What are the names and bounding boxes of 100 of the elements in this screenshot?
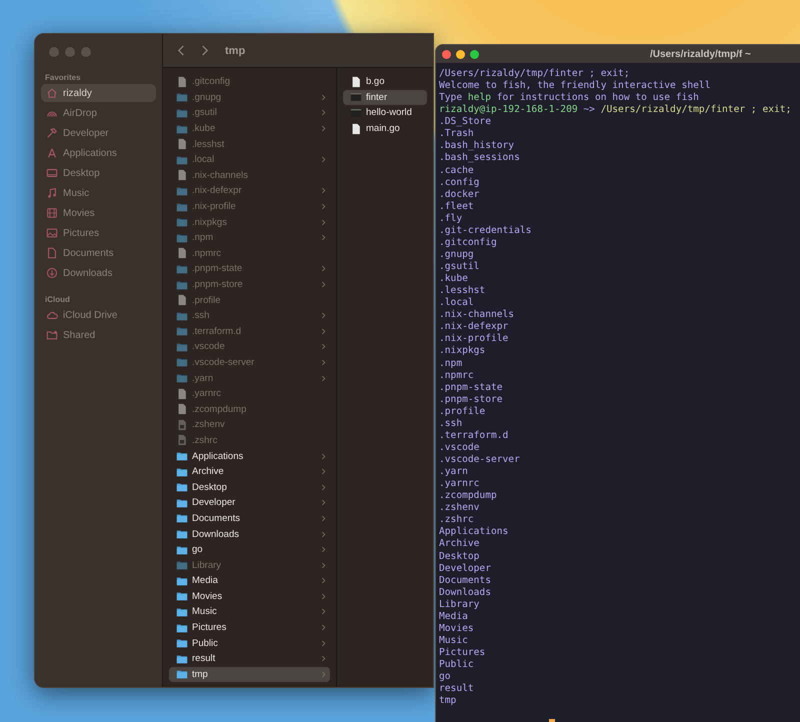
terminal-line: go (439, 671, 452, 684)
terminal-line: .kube (439, 273, 469, 286)
file-row[interactable]: Desktop (169, 479, 330, 496)
file-row[interactable]: Media (169, 573, 330, 589)
file-row[interactable]: hello-world (343, 105, 427, 121)
file-row[interactable]: .ssh (169, 308, 330, 324)
file-row[interactable]: Pictures (169, 620, 330, 636)
terminal-line: .vscode (439, 442, 480, 454)
sidebar-item[interactable]: rizaldy (41, 84, 156, 102)
file-row[interactable]: main.go (343, 120, 427, 136)
terminal-line: /Users/rizaldy/tmp/finter ; exit; (439, 68, 631, 80)
folder-icon (176, 512, 188, 524)
close-button[interactable] (442, 50, 451, 58)
sidebar-item[interactable]: Shared (41, 326, 156, 344)
folder-icon (176, 574, 188, 587)
file-row[interactable]: Public (169, 635, 330, 651)
file-row[interactable]: .vscode-server (169, 354, 330, 370)
file-row[interactable]: .kube (169, 120, 330, 136)
sidebar-item[interactable]: Movies (41, 204, 156, 222)
file-row[interactable]: result (169, 650, 330, 667)
file-row[interactable]: .local (169, 152, 330, 168)
terminal-line: Type help for instructions on how to use fish (439, 92, 700, 104)
file-row[interactable]: .nix-profile (169, 198, 330, 214)
file-row[interactable]: Documents (169, 510, 330, 526)
minimize-button[interactable] (456, 50, 465, 58)
folder-icon (176, 91, 188, 104)
file-row[interactable]: Developer (169, 495, 330, 511)
cloud-icon (46, 309, 58, 321)
document-icon (176, 76, 188, 88)
file-row[interactable]: .yarn (169, 370, 330, 386)
file-row[interactable]: .nix-defexpr (169, 183, 330, 199)
folder-icon (176, 232, 188, 244)
sidebar-item[interactable]: iCloud Drive (41, 306, 156, 324)
pictures-icon (46, 227, 58, 239)
file-row[interactable]: .npm (169, 230, 330, 246)
file-row[interactable]: .nixpkgs (169, 214, 330, 230)
file-row[interactable]: .npmrc (169, 246, 330, 262)
folder-icon (176, 184, 188, 197)
sidebar-item[interactable]: Documents (41, 244, 156, 262)
sidebar-item[interactable]: Developer (41, 124, 156, 142)
file-row[interactable]: .vscode (169, 339, 330, 355)
file-row[interactable]: b.go (343, 74, 427, 90)
terminal-line: .cache (439, 164, 475, 177)
file-row[interactable]: .pnpm-state (169, 261, 330, 277)
file-row[interactable]: .nix-channels (169, 168, 330, 184)
file-row[interactable]: .gitconfig (169, 74, 330, 90)
sidebar-item[interactable]: Music (41, 184, 156, 202)
terminal-line: Pictures (439, 647, 486, 660)
file-row[interactable]: .terraform.d (169, 324, 330, 340)
terminal-line: .lesshst (439, 285, 486, 298)
folder-icon (176, 544, 188, 556)
zoom-button[interactable] (470, 50, 479, 58)
sidebar-item[interactable]: AirDrop (41, 104, 156, 122)
file-row[interactable]: Movies (169, 588, 330, 604)
sidebar-item[interactable]: Downloads (41, 264, 156, 282)
file-row[interactable]: Archive (169, 464, 330, 480)
file-row[interactable]: .lesshst (169, 136, 330, 152)
terminal-line: .zshrc (439, 514, 475, 526)
document-icon (176, 138, 188, 150)
folder-icon (176, 262, 188, 275)
sidebar-item[interactable]: Desktop (41, 164, 156, 182)
terminal-line: Documents (439, 574, 492, 587)
document-icon (176, 294, 188, 306)
document-icon (350, 122, 362, 135)
file-row[interactable]: .pnpm-store (169, 276, 330, 292)
terminal-line: .DS_Store (439, 116, 492, 128)
sidebar-item[interactable]: Pictures (41, 224, 156, 242)
forward-icon[interactable] (200, 44, 209, 57)
file-row[interactable]: Music (169, 604, 330, 620)
folder-icon (176, 325, 188, 338)
document-icon (176, 418, 188, 431)
file-row[interactable]: finter (343, 90, 427, 106)
terminal-line: .nixpkgs (439, 345, 486, 358)
terminal-line: .bash_sessions (439, 152, 521, 164)
file-row[interactable]: go (169, 542, 330, 558)
folder-icon (176, 372, 188, 384)
file-row[interactable]: .zshrc (169, 432, 330, 448)
file-row[interactable]: Library (169, 557, 330, 573)
file-row[interactable]: .gnupg (169, 90, 330, 106)
terminal-line: Media (439, 610, 469, 623)
file-row[interactable]: .yarnrc (169, 386, 330, 402)
terminal-line: .npm (439, 358, 464, 370)
folder-icon (176, 154, 188, 166)
file-row[interactable]: Downloads (169, 526, 330, 542)
file-row[interactable]: Applications (169, 448, 330, 464)
folder-icon (176, 122, 188, 135)
file-row[interactable]: .profile (169, 292, 330, 308)
back-icon[interactable] (177, 44, 186, 57)
terminal-line: Applications (439, 526, 510, 538)
file-row[interactable]: .zshenv (169, 417, 330, 433)
chevron-icon (321, 155, 326, 164)
folder-icon (176, 278, 188, 291)
terminal-line: .yarn (439, 466, 469, 478)
sidebar-item[interactable]: Applications (41, 144, 156, 162)
file-row[interactable]: .gsutil (169, 105, 330, 121)
file-row[interactable]: .zcompdump (169, 401, 330, 418)
folder-icon (176, 310, 188, 322)
terminal-line: Archive (439, 538, 480, 550)
file-row[interactable]: tmp (169, 666, 330, 682)
document-icon (46, 247, 58, 259)
